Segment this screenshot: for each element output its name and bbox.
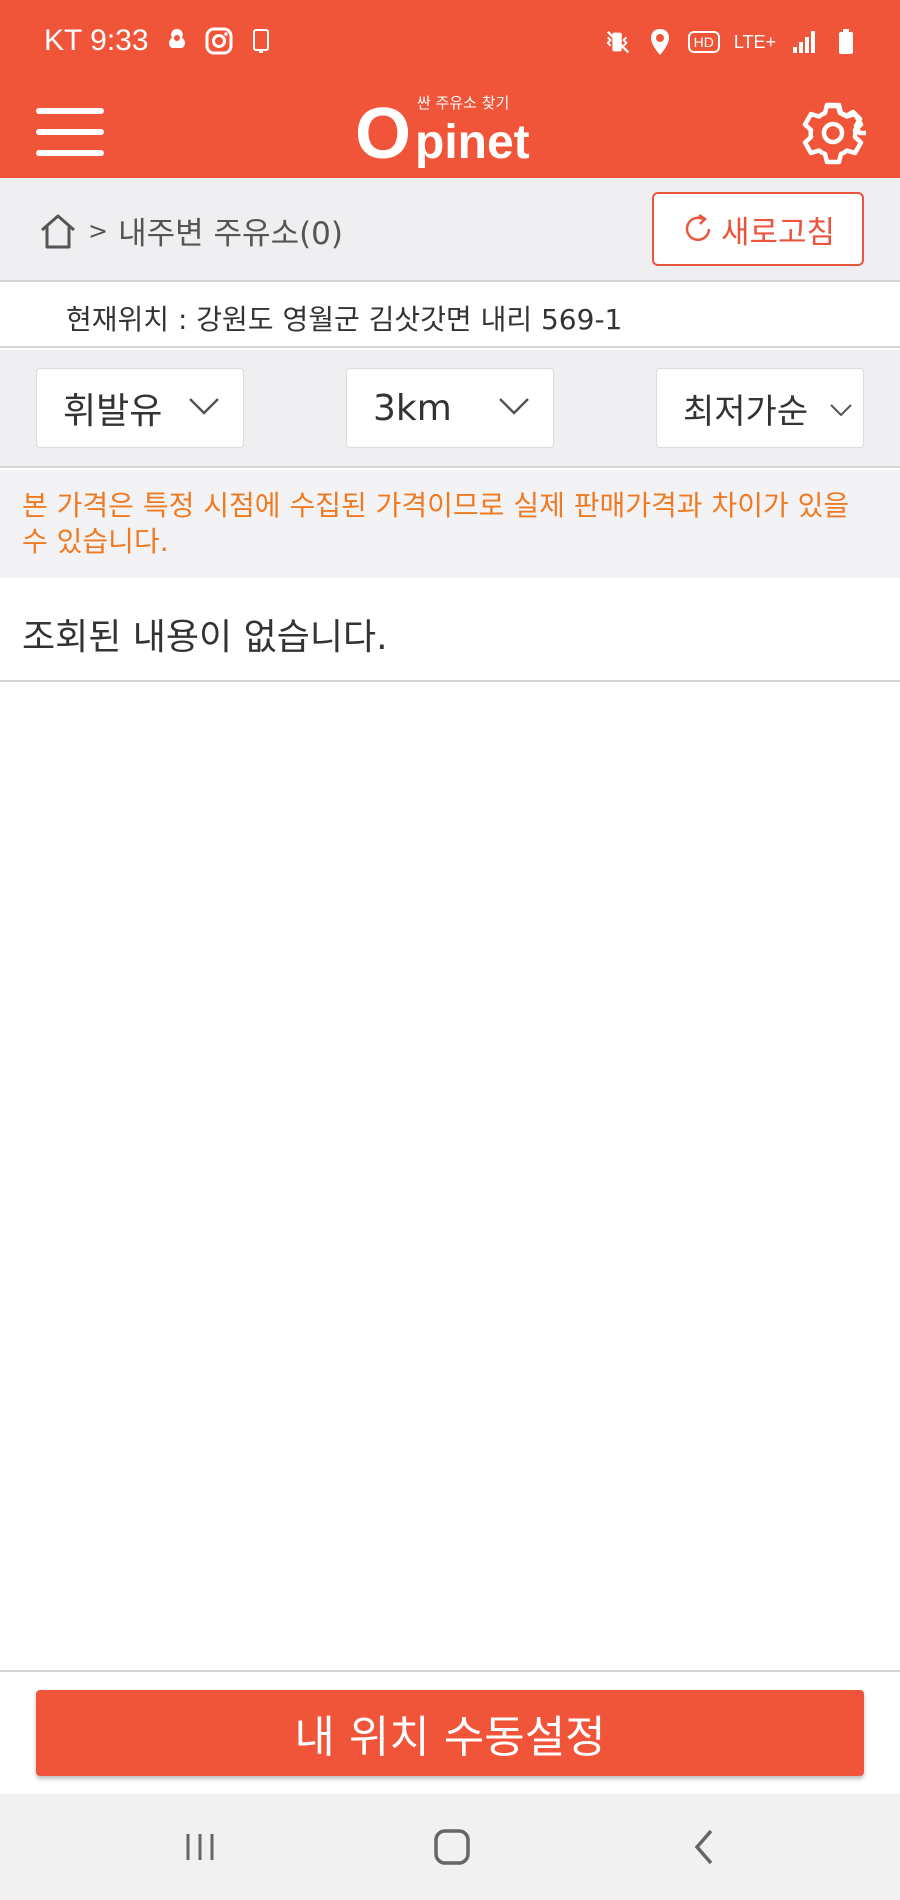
bottom-action-area: 내 위치 수동설정 — [0, 1670, 900, 1794]
instagram-icon — [205, 25, 233, 57]
battery-icon — [832, 26, 860, 58]
chevron-down-icon — [189, 398, 219, 415]
settings-button[interactable] — [800, 100, 866, 166]
home-icon[interactable] — [38, 212, 78, 250]
location-icon — [646, 26, 674, 58]
price-notice: 본 가격은 특정 시점에 수집된 가격이므로 실제 판매가격과 차이가 있을 수… — [0, 470, 900, 578]
app-bar: 싼 주유소 찾기 O pinet — [0, 88, 900, 178]
logo-pinet: pinet — [415, 116, 530, 169]
refresh-icon — [685, 213, 711, 242]
menu-button[interactable] — [36, 102, 104, 162]
carrier-time: KT 9:33 — [44, 24, 149, 57]
home-button[interactable] — [422, 1824, 482, 1870]
result-list: 조회된 내용이 없습니다. — [0, 578, 900, 682]
chevron-down-icon — [830, 404, 852, 417]
breadcrumb-label: 내주변 주유소(0) — [118, 216, 343, 252]
distance-value: 3km — [373, 387, 452, 429]
refresh-button[interactable]: 새로고침 — [652, 192, 864, 266]
current-location-text: 현재위치 : 강원도 영월군 김삿갓면 내리 569-1 — [66, 303, 623, 336]
menu-icon-line — [36, 108, 104, 114]
sort-select[interactable]: 최저가순 — [656, 368, 864, 448]
opinet-logo: 싼 주유소 찾기 O pinet — [355, 92, 545, 172]
tablet-icon — [247, 25, 275, 57]
recent-apps-button[interactable] — [170, 1824, 230, 1870]
logo-tagline: 싼 주유소 찾기 — [417, 94, 510, 112]
breadcrumb-separator: > — [88, 216, 109, 245]
refresh-label: 새로고침 — [720, 214, 836, 251]
manual-location-button[interactable]: 내 위치 수동설정 — [36, 1690, 864, 1776]
signal-icon — [790, 26, 818, 58]
weather-icon — [163, 25, 191, 57]
lte-icon: LTE+ — [733, 31, 776, 52]
filter-bar: 휘발유 3km 최저가순 — [0, 350, 900, 468]
logo-o: O — [355, 94, 412, 174]
fuel-type-value: 휘발유 — [63, 391, 163, 432]
empty-result-message: 조회된 내용이 없습니다. — [22, 617, 388, 658]
back-chevron-icon — [694, 1829, 713, 1865]
chevron-down-icon — [499, 398, 529, 415]
status-left: KT 9:33 — [44, 24, 275, 58]
distance-select[interactable]: 3km — [346, 368, 554, 448]
hd-icon: HD — [687, 31, 720, 53]
price-notice-text: 본 가격은 특정 시점에 수집된 가격이므로 실제 판매가격과 차이가 있을 수… — [22, 489, 850, 558]
status-right: HD LTE+ — [604, 26, 860, 58]
home-square-icon — [434, 1829, 470, 1865]
gear-icon — [802, 102, 866, 165]
fuel-type-select[interactable]: 휘발유 — [36, 368, 244, 448]
current-location-row: 현재위치 : 강원도 영월군 김삿갓면 내리 569-1 — [0, 284, 900, 348]
system-nav-bar — [0, 1794, 900, 1900]
menu-icon-line — [36, 129, 104, 135]
vibrate-icon — [604, 26, 632, 58]
menu-icon-line — [36, 150, 104, 156]
recent-apps-icon — [186, 1834, 214, 1860]
back-button[interactable] — [674, 1824, 734, 1870]
breadcrumb-bar: > 내주변 주유소(0) 새로고침 — [0, 178, 900, 282]
sort-value: 최저가순 — [683, 391, 809, 432]
status-bar: KT 9:33 HD LTE+ — [0, 0, 900, 88]
breadcrumb: > 내주변 주유소(0) — [38, 208, 343, 253]
